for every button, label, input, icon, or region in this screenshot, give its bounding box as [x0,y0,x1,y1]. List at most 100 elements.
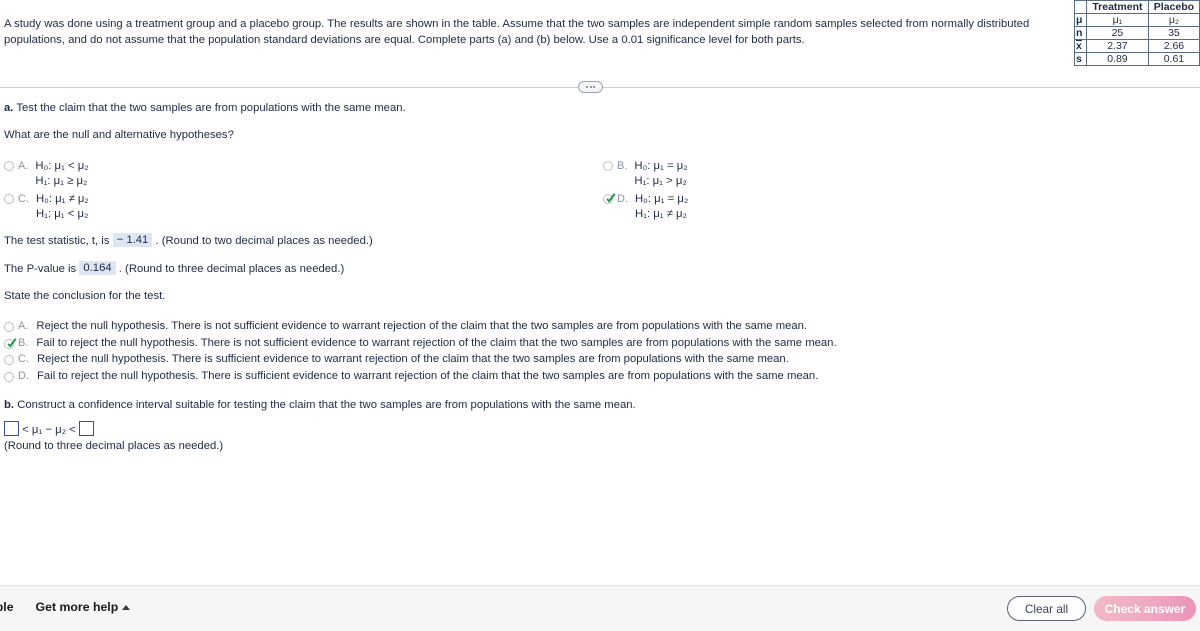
hypothesis-option-d[interactable]: D. H₀: μ₁ = μ₂ H₁: μ₁ ≠ μ₂ [603,192,688,221]
conclusion-letter-a: A. [18,320,29,332]
radio-button-c[interactable] [4,194,14,204]
table-row: μ μ₁ μ₂ [1074,13,1200,27]
option-d-content: H₀: μ₁ = μ₂ H₁: μ₁ ≠ μ₂ [635,192,688,221]
green-check-icon [606,193,616,203]
test-statistic-row: The test statistic, t, is − 1.41 . (Roun… [4,233,1196,249]
option-letter-c: C. [18,193,29,205]
option-b-h1: H₁: μ₁ > μ₂ [634,174,687,187]
radio-button-conclusion-b[interactable] [4,337,17,349]
row-label-xbar: x [1074,39,1087,53]
check-answer-button[interactable]: Check answer [1094,596,1196,621]
row-label-n: n [1074,26,1087,40]
hypothesis-option-b[interactable]: B. H₀: μ₁ = μ₂ H₁: μ₁ > μ₂ [603,159,688,188]
hypotheses-options-group: A. H₀: μ₁ < μ₂ H₁: μ₁ ≥ μ₂ B. H₀: μ₁ = μ… [4,159,1196,220]
table-corner-cell [1074,0,1087,14]
data-table-container: Treatment Placebo μ μ₁ μ₂ n 25 35 x 2.37… [1074,0,1200,66]
part-a-prompt: a. Test the claim that the two samples a… [4,101,1196,116]
conclusion-text-c: Reject the null hypothesis. There is suf… [37,353,789,365]
conclusion-letter-c: C. [18,353,29,365]
part-b-label: b. [4,399,15,411]
hypothesis-option-c[interactable]: C. H₀: μ₁ ≠ μ₂ H₁: μ₁ < μ₂ [4,192,89,221]
hypothesis-option-a[interactable]: A. H₀: μ₁ < μ₂ H₁: μ₁ ≥ μ₂ [4,159,89,188]
option-d-h1: H₁: μ₁ ≠ μ₂ [635,207,687,220]
conclusion-letter-b: B. [18,336,29,349]
p-value-input[interactable]: 0.164 [79,261,116,275]
conclusion-option-a[interactable]: A. Reject the null hypothesis. There is … [4,320,1196,337]
cell-n-treatment: 25 [1086,26,1149,40]
option-a-h1: H₁: μ₁ ≥ μ₂ [35,174,88,187]
part-a-prompt-text: Test the claim that the two samples are … [16,102,406,114]
p-value-row: The P-value is 0.164 . (Round to three d… [4,261,1196,277]
cell-s-placebo: 0.61 [1147,52,1200,66]
conclusion-option-d[interactable]: D. Fail to reject the null hypothesis. T… [4,370,1196,387]
radio-button-conclusion-d[interactable] [4,371,14,382]
radio-button-conclusion-a[interactable] [4,322,14,332]
test-statistic-label: The test statistic, t, is [4,235,110,247]
caret-up-icon [122,604,131,610]
part-b-prompt: b. Construct a confidence interval suita… [4,398,1196,413]
table-header-row: Treatment Placebo [1074,0,1200,14]
conclusion-option-b[interactable]: B. Fail to reject the null hypothesis. T… [4,337,1196,354]
conclusion-letter-d: D. [18,369,29,382]
radio-button-a[interactable] [4,161,14,171]
row-label-s: s [1074,52,1087,66]
option-a-content: H₀: μ₁ < μ₂ H₁: μ₁ ≥ μ₂ [35,159,88,188]
problem-statement-text: A study was done using a treatment group… [4,18,1030,46]
conclusion-text-a: Reject the null hypothesis. There is not… [36,320,808,332]
ellipsis-dot-icon [586,86,588,88]
cell-s-treatment: 0.89 [1086,52,1149,66]
option-b-h0: H₀: μ₁ = μ₂ [634,160,688,172]
option-letter-a: A. [18,160,29,172]
confidence-interval-row: < μ₁ − μ₂ < [4,421,1196,439]
xbar-symbol: x [1075,40,1083,52]
ci-upper-input[interactable] [78,421,94,436]
column-header-placebo: Placebo [1147,0,1200,14]
test-statistic-hint: . (Round to two decimal places as needed… [155,235,373,247]
exercise-body: a. Test the claim that the two samples a… [4,101,1196,454]
option-b-content: H₀: μ₁ = μ₂ H₁: μ₁ > μ₂ [634,159,687,188]
problem-statement: A study was done using a treatment group… [4,17,1066,48]
cell-xbar-placebo: 2.66 [1147,39,1200,53]
table-row: x 2.37 2.66 [1074,39,1200,53]
ellipsis-dot-icon [589,86,592,88]
option-letter-b: B. [617,160,628,172]
conclusion-text-b: Fail to reject the null hypothesis. Ther… [36,336,837,349]
p-value-label: The P-value is [4,263,77,275]
hypotheses-question: What are the null and alternative hypoth… [4,129,234,141]
radio-button-b[interactable] [603,161,613,171]
get-more-help-button[interactable]: Get more help [36,600,131,614]
ci-lower-input[interactable] [4,421,19,436]
view-example-link[interactable]: ample [0,600,14,614]
option-letter-d: D. [617,193,628,205]
conclusion-text-d: Fail to reject the null hypothesis. Ther… [37,369,819,382]
toolbar-left-group: ample Get more help [0,600,131,614]
part-a-label: a. [4,102,14,114]
green-check-icon [7,337,17,348]
p-value-hint: . (Round to three decimal places as need… [118,263,345,275]
ci-middle-expression: < μ₁ − μ₂ < [22,424,76,436]
option-d-h0: H₀: μ₁ = μ₂ [635,193,689,205]
ellipsis-dot-icon [593,86,595,88]
option-c-h0: H₀: μ₁ ≠ μ₂ [36,193,89,205]
part-b-prompt-text: Construct a confidence interval suitable… [17,399,636,411]
cell-xbar-treatment: 2.37 [1086,39,1149,53]
option-c-content: H₀: μ₁ ≠ μ₂ H₁: μ₁ < μ₂ [36,192,89,221]
option-c-h1: H₁: μ₁ < μ₂ [36,207,89,220]
cell-mu-placebo: μ₂ [1147,13,1200,27]
conclusion-prompt: State the conclusion for the test. [4,290,166,302]
radio-button-conclusion-c[interactable] [4,355,14,365]
table-row: s 0.89 0.61 [1074,52,1200,66]
collapse-toggle-button[interactable] [578,81,603,93]
column-header-treatment: Treatment [1086,0,1149,14]
radio-button-d[interactable] [603,193,616,204]
get-more-help-label: Get more help [35,600,119,614]
bottom-toolbar: ample Get more help Clear all Check answ… [0,585,1200,631]
test-statistic-input[interactable]: − 1.41 [112,233,153,247]
option-a-h0: H₀: μ₁ < μ₂ [35,160,89,172]
conclusion-options-group: A. Reject the null hypothesis. There is … [4,320,1196,386]
cell-mu-treatment: μ₁ [1086,13,1149,27]
clear-all-button[interactable]: Clear all [1007,596,1086,621]
cell-n-placebo: 35 [1147,26,1200,40]
conclusion-option-c[interactable]: C. Reject the null hypothesis. There is … [4,353,1196,370]
confidence-interval-hint: (Round to three decimal places as needed… [4,440,224,452]
